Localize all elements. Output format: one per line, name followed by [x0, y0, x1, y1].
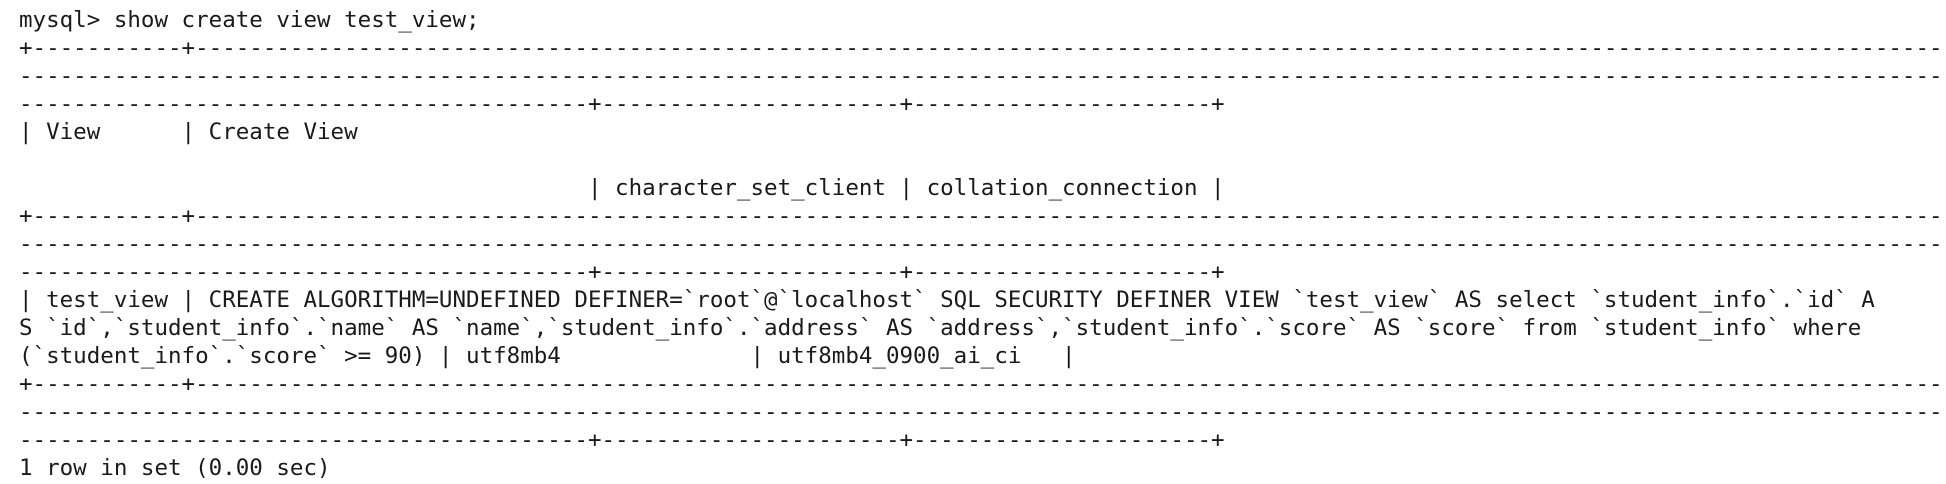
table-border-top-1: +-----------+---------------------------… — [19, 35, 1946, 61]
table-data-row-3: (`student_info`.`score` >= 90) | utf8mb4… — [19, 343, 1076, 369]
table-border-top-2: ----------------------------------------… — [19, 63, 1946, 89]
table-data-row-2: S `id`,`student_info`.`name` AS `name`,`… — [19, 315, 1862, 341]
table-border-bottom-2: ----------------------------------------… — [19, 399, 1946, 425]
table-data-row-1: | test_view | CREATE ALGORITHM=UNDEFINED… — [19, 287, 1875, 313]
table-border-bottom-3: ----------------------------------------… — [19, 427, 1225, 453]
table-header-row-2 — [19, 146, 1946, 174]
table-border-bottom-1: +-----------+---------------------------… — [19, 371, 1946, 397]
terminal-window[interactable]: mysql> show create view test_view; +----… — [0, 0, 1946, 484]
table-header-row-3: | character_set_client | collation_conne… — [19, 175, 1225, 201]
table-border-mid-3: ----------------------------------------… — [19, 259, 1225, 285]
command-prompt-line: mysql> show create view test_view; — [19, 7, 480, 33]
table-header-row-1: | View | Create View — [19, 119, 358, 145]
table-border-top-3: ----------------------------------------… — [19, 91, 1225, 117]
table-border-mid-1: +-----------+---------------------------… — [19, 203, 1946, 229]
table-border-mid-2: ----------------------------------------… — [19, 231, 1946, 257]
result-summary: 1 row in set (0.00 sec) — [19, 455, 331, 481]
